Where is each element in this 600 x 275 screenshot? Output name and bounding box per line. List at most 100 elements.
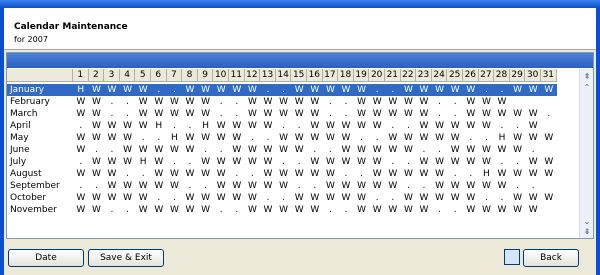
day-cell[interactable]: W: [541, 156, 557, 168]
day-cell[interactable]: .: [73, 156, 89, 168]
day-cell[interactable]: W: [182, 192, 198, 204]
day-cell[interactable]: .: [229, 204, 245, 216]
day-cell[interactable]: W: [447, 144, 463, 156]
day-cell[interactable]: W: [401, 168, 417, 180]
day-cell[interactable]: W: [463, 108, 479, 120]
day-cell[interactable]: W: [494, 108, 510, 120]
day-cell[interactable]: W: [291, 204, 307, 216]
day-cell[interactable]: W: [307, 120, 323, 132]
day-cell[interactable]: W: [73, 204, 89, 216]
day-cell[interactable]: W: [369, 144, 385, 156]
day-cell[interactable]: .: [338, 204, 354, 216]
day-cell[interactable]: .: [229, 108, 245, 120]
day-cell[interactable]: .: [120, 168, 136, 180]
day-cell[interactable]: W: [369, 168, 385, 180]
day-cell[interactable]: W: [323, 156, 339, 168]
day-cell[interactable]: W: [432, 132, 448, 144]
day-cell[interactable]: W: [463, 96, 479, 108]
day-cell[interactable]: W: [135, 96, 151, 108]
day-cell[interactable]: W: [198, 192, 214, 204]
day-cell[interactable]: W: [494, 144, 510, 156]
day-cell[interactable]: W: [89, 204, 105, 216]
day-cell[interactable]: W: [416, 168, 432, 180]
day-cell[interactable]: W: [291, 96, 307, 108]
day-cell[interactable]: W: [385, 144, 401, 156]
day-cell[interactable]: W: [245, 204, 261, 216]
day-cell[interactable]: W: [120, 180, 136, 192]
day-cell[interactable]: W: [447, 156, 463, 168]
day-cell[interactable]: .: [385, 84, 401, 96]
day-cell[interactable]: W: [213, 84, 229, 96]
day-cell[interactable]: W: [260, 156, 276, 168]
day-cell[interactable]: W: [229, 120, 245, 132]
day-cell[interactable]: .: [369, 192, 385, 204]
day-cell[interactable]: W: [104, 156, 120, 168]
day-cell[interactable]: .: [213, 108, 229, 120]
day-cell[interactable]: W: [291, 108, 307, 120]
vertical-scrollbar[interactable]: ⇞ ⌃ ⌄ ⇟: [579, 69, 593, 238]
day-cell[interactable]: .: [167, 156, 183, 168]
day-cell[interactable]: W: [276, 180, 292, 192]
day-cell[interactable]: W: [323, 192, 339, 204]
day-cell[interactable]: .: [260, 132, 276, 144]
day-cell[interactable]: .: [323, 108, 339, 120]
day-cell[interactable]: W: [167, 204, 183, 216]
day-cell[interactable]: W: [151, 156, 167, 168]
day-cell[interactable]: W: [463, 204, 479, 216]
day-cell[interactable]: .: [104, 108, 120, 120]
day-cell[interactable]: W: [182, 96, 198, 108]
save-exit-button[interactable]: Save & Exit: [88, 249, 164, 267]
day-cell[interactable]: .: [104, 96, 120, 108]
day-cell[interactable]: W: [89, 96, 105, 108]
day-cell[interactable]: W: [182, 84, 198, 96]
day-cell[interactable]: .: [104, 144, 120, 156]
day-cell[interactable]: W: [307, 84, 323, 96]
day-cell[interactable]: W: [245, 180, 261, 192]
day-cell[interactable]: H: [73, 84, 89, 96]
day-cell[interactable]: W: [260, 144, 276, 156]
day-cell[interactable]: W: [463, 84, 479, 96]
day-cell[interactable]: W: [479, 120, 495, 132]
day-cell[interactable]: W: [229, 132, 245, 144]
day-cell[interactable]: .: [182, 180, 198, 192]
day-cell[interactable]: W: [323, 180, 339, 192]
table-row[interactable]: November W W.. W W W W W.. W W W W W.. W W W W W.. W W W W W: [7, 204, 557, 216]
day-cell[interactable]: .: [182, 156, 198, 168]
day-cell[interactable]: W: [73, 96, 89, 108]
day-cell[interactable]: W: [338, 84, 354, 96]
day-cell[interactable]: W: [338, 144, 354, 156]
day-cell[interactable]: .: [291, 180, 307, 192]
table-row[interactable]: February W W.. W W W W W.. W W W W W.. W W W W W.. W W W: [7, 96, 557, 108]
day-cell[interactable]: W: [416, 156, 432, 168]
day-cell[interactable]: W: [541, 192, 557, 204]
day-cell[interactable]: W: [213, 156, 229, 168]
day-cell[interactable]: W: [479, 144, 495, 156]
day-cell[interactable]: .: [510, 180, 526, 192]
day-cell[interactable]: W: [135, 120, 151, 132]
day-cell[interactable]: W: [463, 144, 479, 156]
day-cell[interactable]: W: [73, 192, 89, 204]
day-cell[interactable]: W: [432, 192, 448, 204]
day-cell[interactable]: .: [120, 108, 136, 120]
day-cell[interactable]: W: [447, 132, 463, 144]
day-cell[interactable]: .: [307, 180, 323, 192]
day-cell[interactable]: W: [89, 132, 105, 144]
day-cell[interactable]: W: [416, 204, 432, 216]
day-cell[interactable]: W: [323, 168, 339, 180]
day-cell[interactable]: W: [276, 144, 292, 156]
day-cell[interactable]: W: [401, 192, 417, 204]
day-cell[interactable]: .: [245, 132, 261, 144]
day-cell[interactable]: W: [354, 108, 370, 120]
day-cell[interactable]: W: [104, 180, 120, 192]
day-cell[interactable]: W: [182, 168, 198, 180]
table-row[interactable]: March W W.. W W W W W.. W W W W W.. W W W W W.. W W W W W.: [7, 108, 557, 120]
day-cell[interactable]: W: [354, 144, 370, 156]
day-cell[interactable]: W: [291, 132, 307, 144]
table-row[interactable]: August W W W.. W W W W W.. W W W W W.. W W W W W.. H W W W W: [7, 168, 557, 180]
day-cell[interactable]: W: [89, 84, 105, 96]
day-cell[interactable]: W: [198, 96, 214, 108]
day-cell[interactable]: W: [276, 204, 292, 216]
day-cell[interactable]: W: [338, 192, 354, 204]
day-cell[interactable]: H: [151, 120, 167, 132]
month-cell[interactable]: February: [10, 96, 50, 108]
